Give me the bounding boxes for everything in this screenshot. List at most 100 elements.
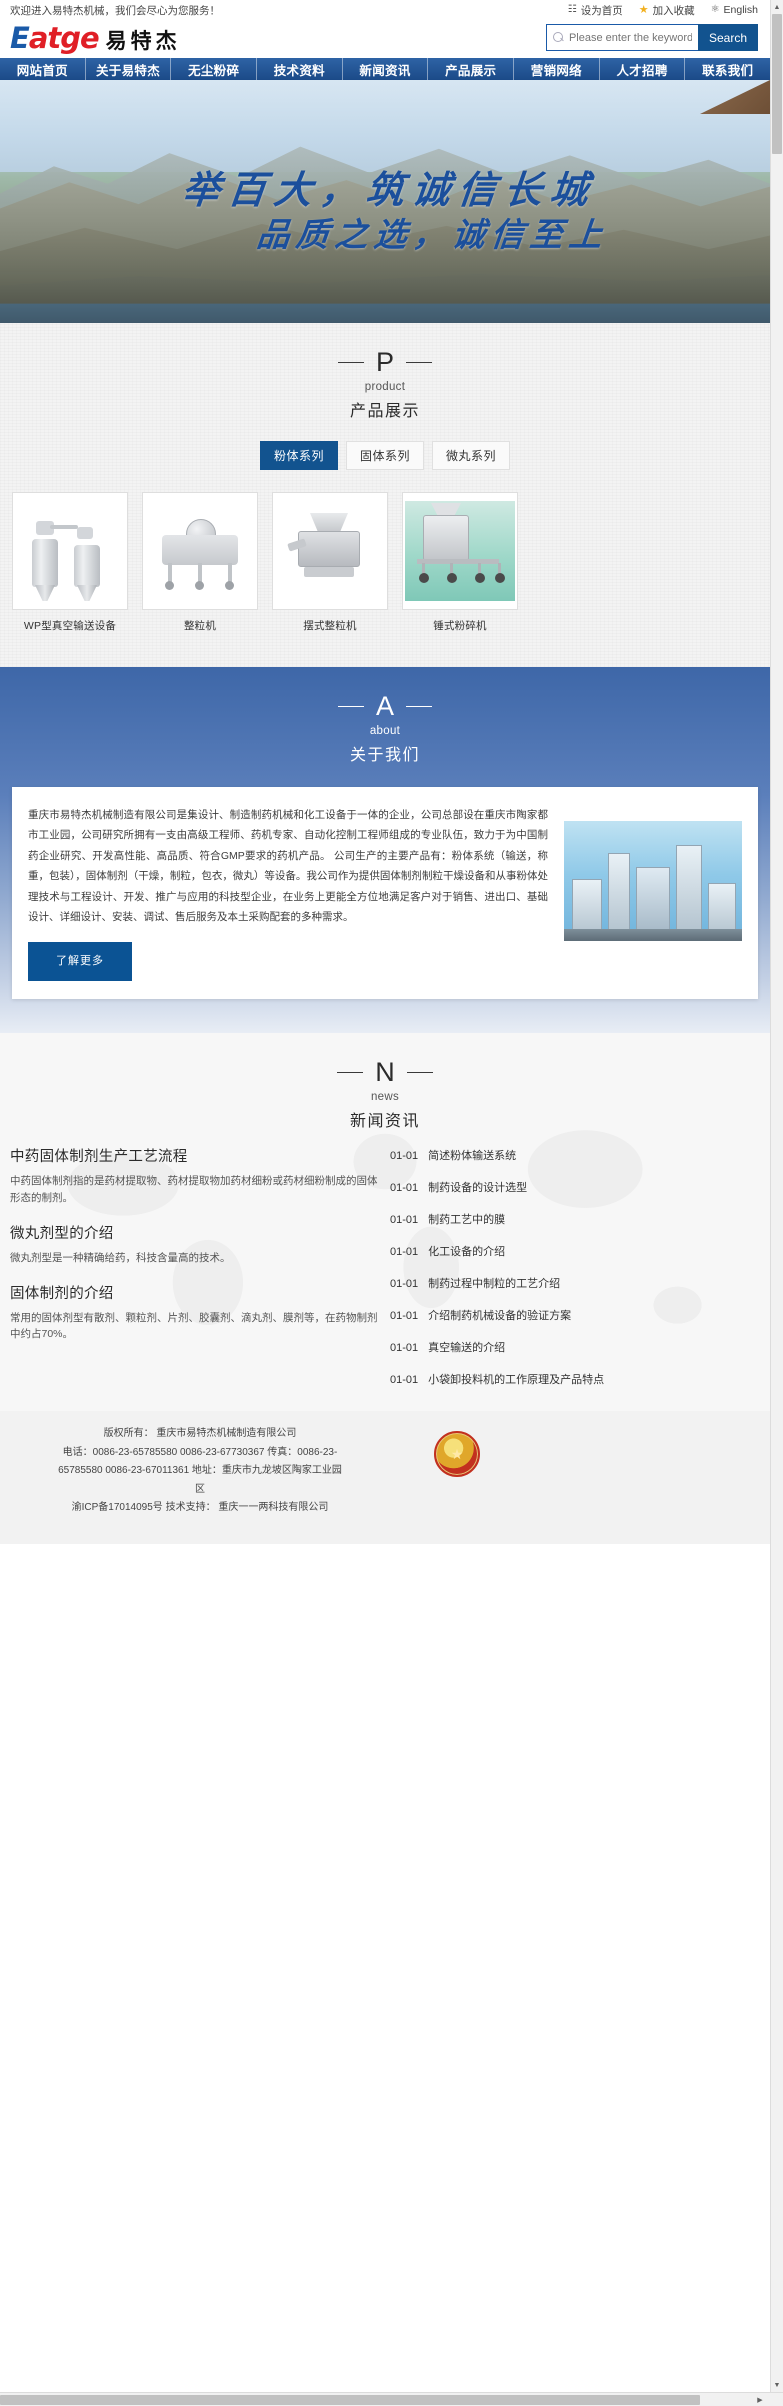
footer-address: 65785580 0086-23-67011361 地址：重庆市九龙坡区陶家工业… — [58, 1465, 342, 1477]
news-list-item[interactable]: 01-01 真空输送的介绍 — [390, 1339, 760, 1355]
news-list-item[interactable]: 01-01 简述粉体输送系统 — [390, 1147, 760, 1163]
set-homepage-label: 设为首页 — [580, 4, 623, 17]
news-section: N news 新闻资讯 中药固体制剂生产工艺流程 中药固体制剂指的是药材提取物、… — [0, 1033, 770, 1412]
product-card[interactable]: 锤式粉碎机 — [402, 492, 518, 633]
banner-slogan: 举百大，筑诚信长城 品质之选，诚信至上 — [0, 166, 770, 255]
news-featured-item[interactable]: 中药固体制剂生产工艺流程 中药固体制剂指的是药材提取物、药材提取物加药材细粉或药… — [10, 1145, 380, 1206]
nav-item-products[interactable]: 产品展示 — [428, 58, 515, 80]
vertical-scrollbar[interactable]: ▲ ▼ — [770, 0, 783, 2392]
news-list-item[interactable]: 01-01 制药过程中制粒的工艺介绍 — [390, 1275, 760, 1291]
news-title: 小袋卸投料机的工作原理及产品特点 — [428, 1374, 605, 1387]
nav-item-network[interactable]: 营销网络 — [514, 58, 600, 80]
news-title: 简述粉体输送系统 — [428, 1150, 517, 1163]
hero-banner[interactable]: 举百大，筑诚信长城 品质之选，诚信至上 — [0, 80, 770, 323]
about-description: 重庆市易特杰机械制造有限公司是集设计、制造制药机械和化工设备于一体的企业，公司总… — [28, 809, 548, 924]
heading-dash-right — [406, 706, 432, 707]
granulator-photo — [142, 492, 258, 610]
vertical-scrollbar-thumb[interactable] — [772, 14, 782, 154]
search-box: Search — [545, 24, 758, 51]
news-featured-desc: 常用的固体剂型有散剂、颗粒剂、片剂、胶囊剂、滴丸剂、膜剂等，在药物制剂中约占70… — [10, 1312, 378, 1341]
product-heading-sub: product — [364, 381, 406, 393]
tab-pellet-series[interactable]: 微丸系列 — [432, 441, 511, 470]
search-button[interactable]: Search — [697, 24, 758, 51]
tab-powder-series[interactable]: 粉体系列 — [259, 441, 338, 470]
horizontal-scrollbar-thumb[interactable] — [0, 2395, 700, 2405]
news-title: 介绍制药机械设备的验证方案 — [428, 1310, 572, 1323]
news-list-item[interactable]: 01-01 制药设备的设计选型 — [390, 1179, 760, 1195]
about-section-heading: A about 关于我们 — [0, 667, 770, 765]
set-homepage-link[interactable]: ☷ 设为首页 — [568, 3, 623, 18]
news-date: 01-01 — [390, 1246, 419, 1259]
nav-item-home[interactable]: 网站首页 — [0, 58, 86, 80]
product-card[interactable]: 摆式整粒机 — [272, 492, 388, 633]
star-icon: ★ — [638, 3, 649, 16]
product-section-heading: P product 产品展示 — [0, 323, 770, 421]
news-date: 01-01 — [390, 1374, 419, 1387]
vacuum-conveyor-photo — [12, 492, 128, 610]
news-heading-sub: news — [370, 1091, 400, 1104]
top-utility-bar: 欢迎进入易特杰机械，我们会尽心为您服务！ ☷ 设为首页 ★ 加入收藏 ⚛ Eng… — [0, 0, 770, 20]
news-list-item[interactable]: 01-01 化工设备的介绍 — [390, 1243, 760, 1259]
news-title: 制药设备的设计选型 — [428, 1182, 528, 1195]
news-date: 01-01 — [390, 1342, 419, 1355]
news-title: 真空输送的介绍 — [428, 1342, 506, 1355]
product-card[interactable]: WP型真空输送设备 — [12, 492, 128, 633]
product-section: P product 产品展示 粉体系列 固体系列 微丸系列 WP型真空输送设备 — [0, 323, 770, 667]
footer-address-2: 区 — [195, 1483, 205, 1495]
news-section-heading: N news 新闻资讯 — [0, 1033, 770, 1131]
about-heading-letter-row: A — [337, 693, 432, 720]
news-list-item[interactable]: 01-01 小袋卸投料机的工作原理及产品特点 — [390, 1371, 760, 1387]
add-favorite-link[interactable]: ★ 加入收藏 — [639, 3, 695, 18]
news-date: 01-01 — [390, 1214, 419, 1227]
nav-item-contact[interactable]: 联系我们 — [685, 58, 770, 80]
hammer-mill-photo — [402, 492, 518, 610]
english-language-link[interactable]: ⚛ English — [711, 4, 758, 16]
nav-item-about[interactable]: 关于易特杰 — [86, 58, 172, 80]
about-section: A about 关于我们 重庆市易特杰机械制造有限公司是集设计、制造制药机械和化… — [0, 667, 770, 1034]
nav-item-news[interactable]: 新闻资讯 — [343, 58, 429, 80]
search-icon — [552, 32, 564, 43]
news-list-item[interactable]: 01-01 制药工艺中的膜 — [390, 1211, 760, 1227]
globe-icon: ⚛ — [710, 4, 720, 15]
heading-dash-left — [337, 1072, 364, 1074]
banner-slogan-line2: 品质之选，诚信至上 — [254, 214, 611, 254]
news-heading-letter: N — [375, 1057, 395, 1088]
welcome-text: 欢迎进入易特杰机械，我们会尽心为您服务！ — [10, 4, 220, 17]
product-name: 锤式粉碎机 — [433, 620, 487, 632]
nav-item-tech[interactable]: 技术资料 — [257, 58, 343, 80]
news-featured-desc: 微丸剂型是一种精确给药，科技含量高的技术。 — [10, 1251, 231, 1264]
product-card[interactable]: 整粒机 — [142, 492, 258, 633]
horizontal-scrollbar[interactable]: ▶ — [0, 2392, 783, 2406]
tab-solid-series[interactable]: 固体系列 — [345, 441, 424, 470]
search-field-wrap — [545, 24, 698, 51]
product-name: 整粒机 — [183, 620, 217, 632]
scroll-up-arrow[interactable]: ▲ — [771, 0, 783, 14]
site-logo[interactable]: Eatge 易特杰 — [10, 20, 181, 55]
banner-slogan-line1: 举百大，筑诚信长城 — [179, 167, 599, 212]
news-featured-item[interactable]: 固体制剂的介绍 常用的固体剂型有散剂、颗粒剂、片剂、胶囊剂、滴丸剂、膜剂等，在药… — [10, 1282, 380, 1343]
news-title: 化工设备的介绍 — [428, 1246, 506, 1259]
gov-seal-icon[interactable] — [434, 1431, 480, 1478]
utility-links: ☷ 设为首页 ★ 加入收藏 ⚛ English — [568, 3, 758, 18]
news-featured-title: 微丸剂型的介绍 — [10, 1225, 114, 1242]
news-featured-title: 中药固体制剂生产工艺流程 — [10, 1149, 188, 1166]
learn-more-button[interactable]: 了解更多 — [28, 941, 132, 982]
news-list-item[interactable]: 01-01 介绍制药机械设备的验证方案 — [390, 1307, 760, 1323]
heading-dash-left — [337, 706, 364, 707]
nav-item-recruit[interactable]: 人才招聘 — [600, 58, 686, 80]
footer-info: 版权所有： 重庆市易特杰机械制造有限公司 电话：0086-23-65785580… — [10, 1425, 390, 1518]
logo-mark-first: E — [10, 20, 30, 55]
site-footer: 版权所有： 重庆市易特杰机械制造有限公司 电话：0086-23-65785580… — [0, 1411, 770, 1544]
scroll-right-arrow[interactable]: ▶ — [753, 2393, 767, 2406]
news-date: 01-01 — [390, 1278, 419, 1291]
search-input[interactable] — [568, 31, 692, 44]
product-name: WP型真空输送设备 — [23, 620, 117, 632]
page-root: 欢迎进入易特杰机械，我们会尽心为您服务！ ☷ 设为首页 ★ 加入收藏 ⚛ Eng… — [0, 0, 770, 1544]
scroll-down-arrow[interactable]: ▼ — [771, 2378, 783, 2392]
heading-dash-left — [337, 362, 364, 363]
home-icon: ☷ — [567, 4, 577, 15]
nav-item-dustfree[interactable]: 无尘粉碎 — [171, 58, 258, 80]
footer-copyright: 版权所有： 重庆市易特杰机械制造有限公司 — [103, 1428, 297, 1440]
news-featured-item[interactable]: 微丸剂型的介绍 微丸剂型是一种精确给药，科技含量高的技术。 — [10, 1222, 380, 1266]
news-featured-desc: 中药固体制剂指的是药材提取物、药材提取物加药材细粉或药材细粉制成的固体形态的制剂… — [10, 1175, 378, 1204]
